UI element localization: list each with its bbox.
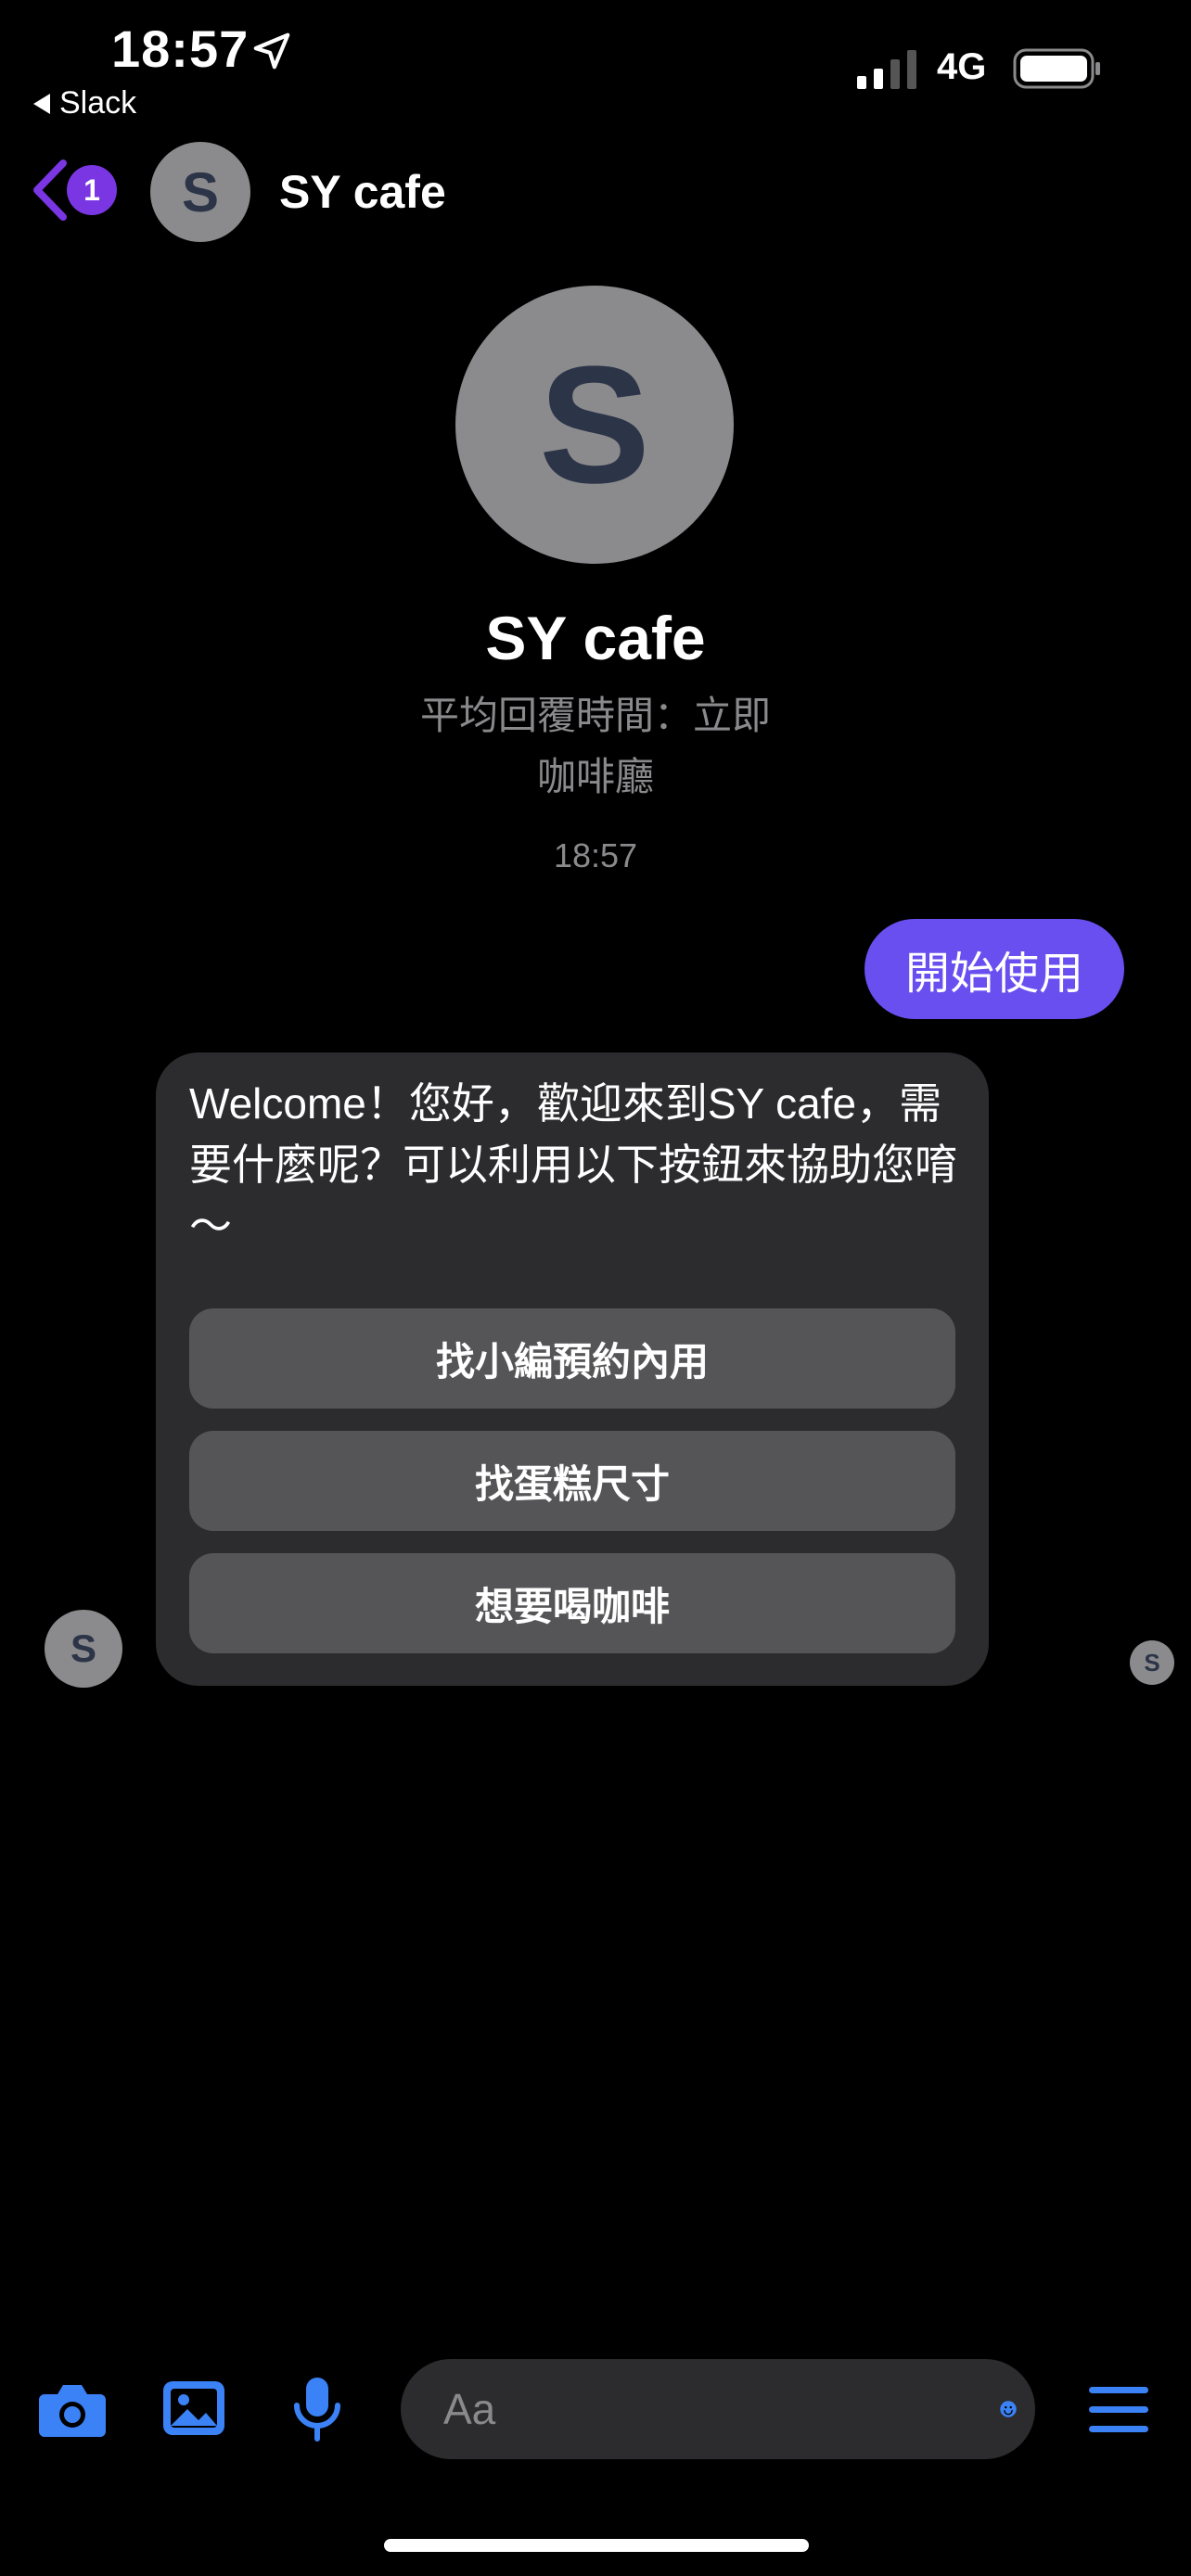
- back-triangle-icon: [33, 93, 50, 114]
- read-receipt-avatar: S: [1130, 1640, 1174, 1685]
- quick-reply-button[interactable]: 找小編預約內用: [189, 1308, 955, 1409]
- header-avatar[interactable]: S: [150, 142, 250, 242]
- location-arrow-icon: [253, 32, 290, 70]
- message-timestamp: 18:57: [553, 836, 638, 874]
- home-indicator: [384, 2539, 809, 2552]
- microphone-icon[interactable]: [282, 2376, 352, 2442]
- sender-avatar: S: [45, 1610, 122, 1688]
- profile-avatar: S: [455, 286, 734, 564]
- network-type: 4G: [937, 46, 987, 87]
- conversation-title[interactable]: SY cafe: [279, 165, 446, 219]
- signal-icon: [857, 50, 916, 89]
- quick-reply-button[interactable]: 找蛋糕尺寸: [189, 1431, 955, 1531]
- battery-icon: [1013, 48, 1100, 89]
- outgoing-message-bubble[interactable]: 開始使用: [864, 919, 1124, 1019]
- profile-name: SY cafe: [485, 604, 706, 672]
- back-to-app-link[interactable]: Slack: [33, 85, 136, 121]
- image-icon[interactable]: [160, 2376, 230, 2442]
- back-app-label: Slack: [59, 85, 137, 121]
- message-input[interactable]: [442, 2383, 1000, 2435]
- unread-badge: 1: [67, 165, 117, 215]
- message-composer: [401, 2359, 1035, 2459]
- emoji-icon[interactable]: [1000, 2378, 1017, 2440]
- response-time: 平均回覆時間：立即: [419, 694, 771, 737]
- bot-message-text: Welcome！您好，歡迎來到SY cafe，需要什麼呢？可以利用以下按鈕來協助…: [189, 1079, 957, 1250]
- status-time: 18:57: [111, 19, 250, 78]
- camera-icon[interactable]: [37, 2376, 108, 2442]
- bot-message-card: Welcome！您好，歡迎來到SY cafe，需要什麼呢？可以利用以下按鈕來協助…: [156, 1052, 989, 1686]
- page-category: 咖啡廳: [536, 755, 654, 798]
- back-button[interactable]: 1: [28, 158, 117, 223]
- menu-icon[interactable]: [1087, 2383, 1150, 2437]
- quick-reply-button[interactable]: 想要喝咖啡: [189, 1553, 955, 1653]
